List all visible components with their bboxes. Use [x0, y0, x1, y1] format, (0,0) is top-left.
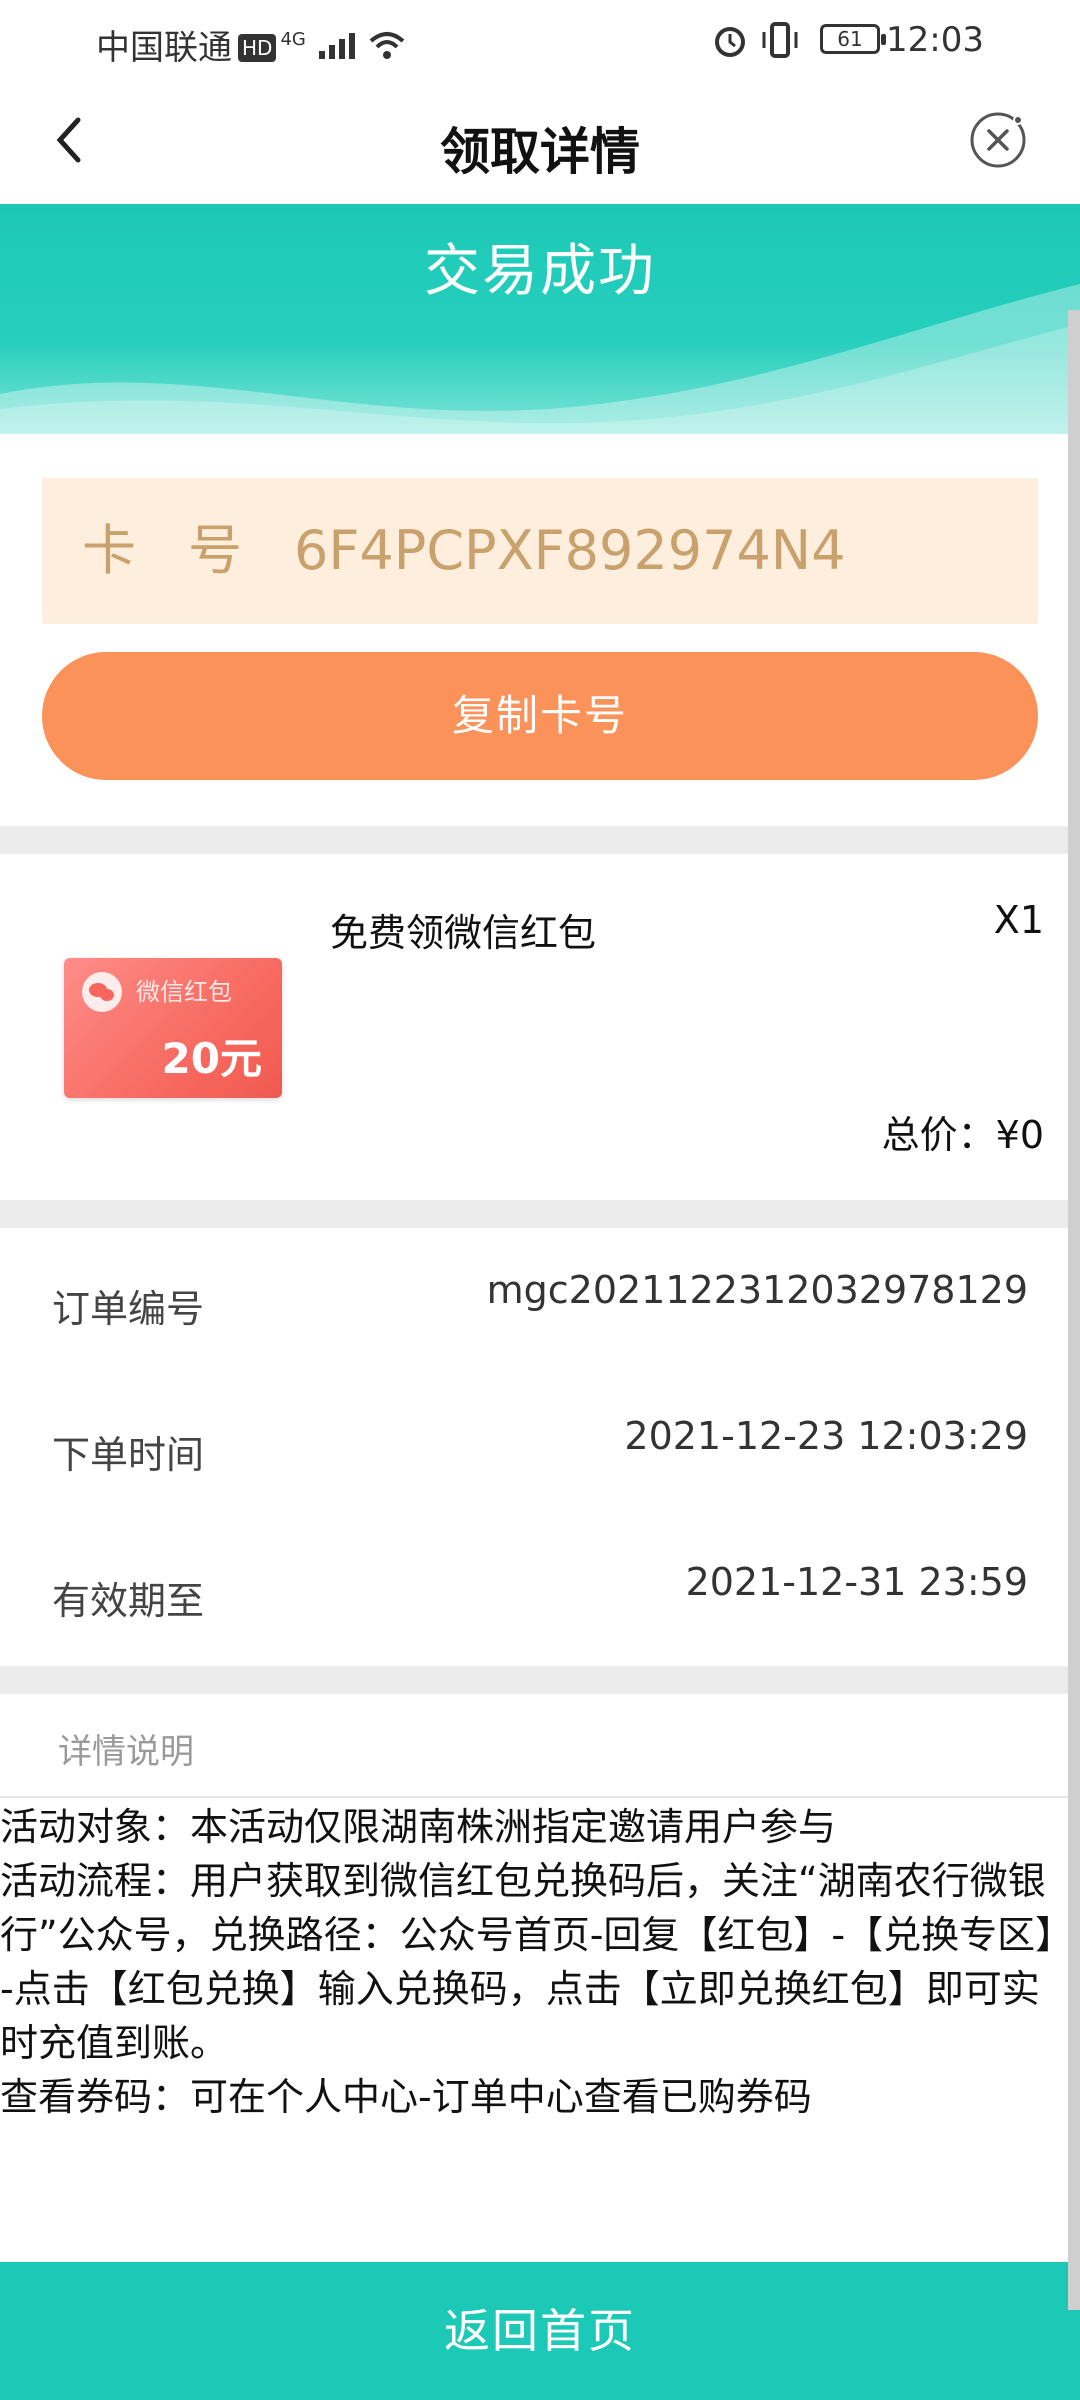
- expiry-label: 有效期至: [52, 1579, 205, 1623]
- product-section: 微信红包 20元 免费领微信红包 X1 总价：¥0: [0, 854, 1080, 1198]
- order-time-value: 2021-12-23 12:03:29: [624, 1414, 1028, 1458]
- clock: 12:03: [886, 20, 984, 60]
- section-divider: [0, 826, 1080, 854]
- wifi-icon: [370, 32, 405, 59]
- hd-badge: HD: [238, 34, 277, 62]
- section-divider: [0, 1666, 1080, 1694]
- product-name: 免费领微信红包: [330, 911, 597, 955]
- close-circle-icon[interactable]: [968, 110, 1028, 170]
- alarm-icon: [715, 27, 745, 57]
- carrier-name: 中国联通: [96, 28, 232, 68]
- section-divider: [0, 1200, 1080, 1228]
- battery-icon: 61: [820, 24, 886, 54]
- card-number-label: 卡号: [82, 519, 294, 582]
- vibrate-icon: [762, 22, 798, 58]
- page-title: 领取详情: [440, 123, 640, 181]
- order-time-row: 下单时间 2021-12-23 12:03:29: [0, 1374, 1080, 1520]
- expiry-value: 2021-12-31 23:59: [685, 1560, 1028, 1604]
- expiry-row: 有效期至 2021-12-31 23:59: [0, 1520, 1080, 1666]
- transaction-status: 交易成功: [424, 239, 656, 304]
- red-packet-thumbnail: 微信红包 20元: [64, 958, 282, 1098]
- order-number-label: 订单编号: [52, 1287, 205, 1331]
- order-info: 订单编号 mgc2021122312032978129 下单时间 2021-12…: [0, 1228, 1080, 1664]
- product-quantity: X1: [993, 898, 1044, 942]
- wechat-icon: [82, 972, 122, 1012]
- nav-header: 领取详情: [0, 80, 1080, 204]
- card-number-box: 卡号6F4PCPXF892974N4: [42, 478, 1038, 624]
- status-bar: 中国联通 HD 4G 61 12:03: [0, 0, 1080, 80]
- network-type: 4G: [280, 29, 306, 50]
- total-price: 总价：¥0: [881, 1113, 1044, 1157]
- description-header: 详情说明: [0, 1694, 1080, 1798]
- order-number-row: 订单编号 mgc2021122312032978129: [0, 1228, 1080, 1374]
- back-home-button[interactable]: 返回首页: [0, 2262, 1080, 2400]
- thumb-amount: 20元: [161, 1034, 262, 1083]
- carrier-info: 中国联通 HD 4G: [96, 20, 407, 69]
- card-number-value: 6F4PCPXF892974N4: [294, 519, 846, 582]
- status-banner: 交易成功: [0, 204, 1080, 434]
- order-time-label: 下单时间: [52, 1433, 205, 1477]
- order-number-value: mgc2021122312032978129: [486, 1268, 1028, 1312]
- thumb-label: 微信红包: [136, 978, 232, 1006]
- description-text: 活动对象：本活动仅限湖南株洲指定邀请用户参与 活动流程：用户获取到微信红包兑换码…: [0, 1805, 1055, 2119]
- scrollbar[interactable]: [1068, 310, 1080, 2310]
- signal-icon: [318, 33, 355, 59]
- description-heading: 详情说明: [58, 1732, 194, 1772]
- copy-card-number-button[interactable]: 复制卡号: [42, 652, 1038, 780]
